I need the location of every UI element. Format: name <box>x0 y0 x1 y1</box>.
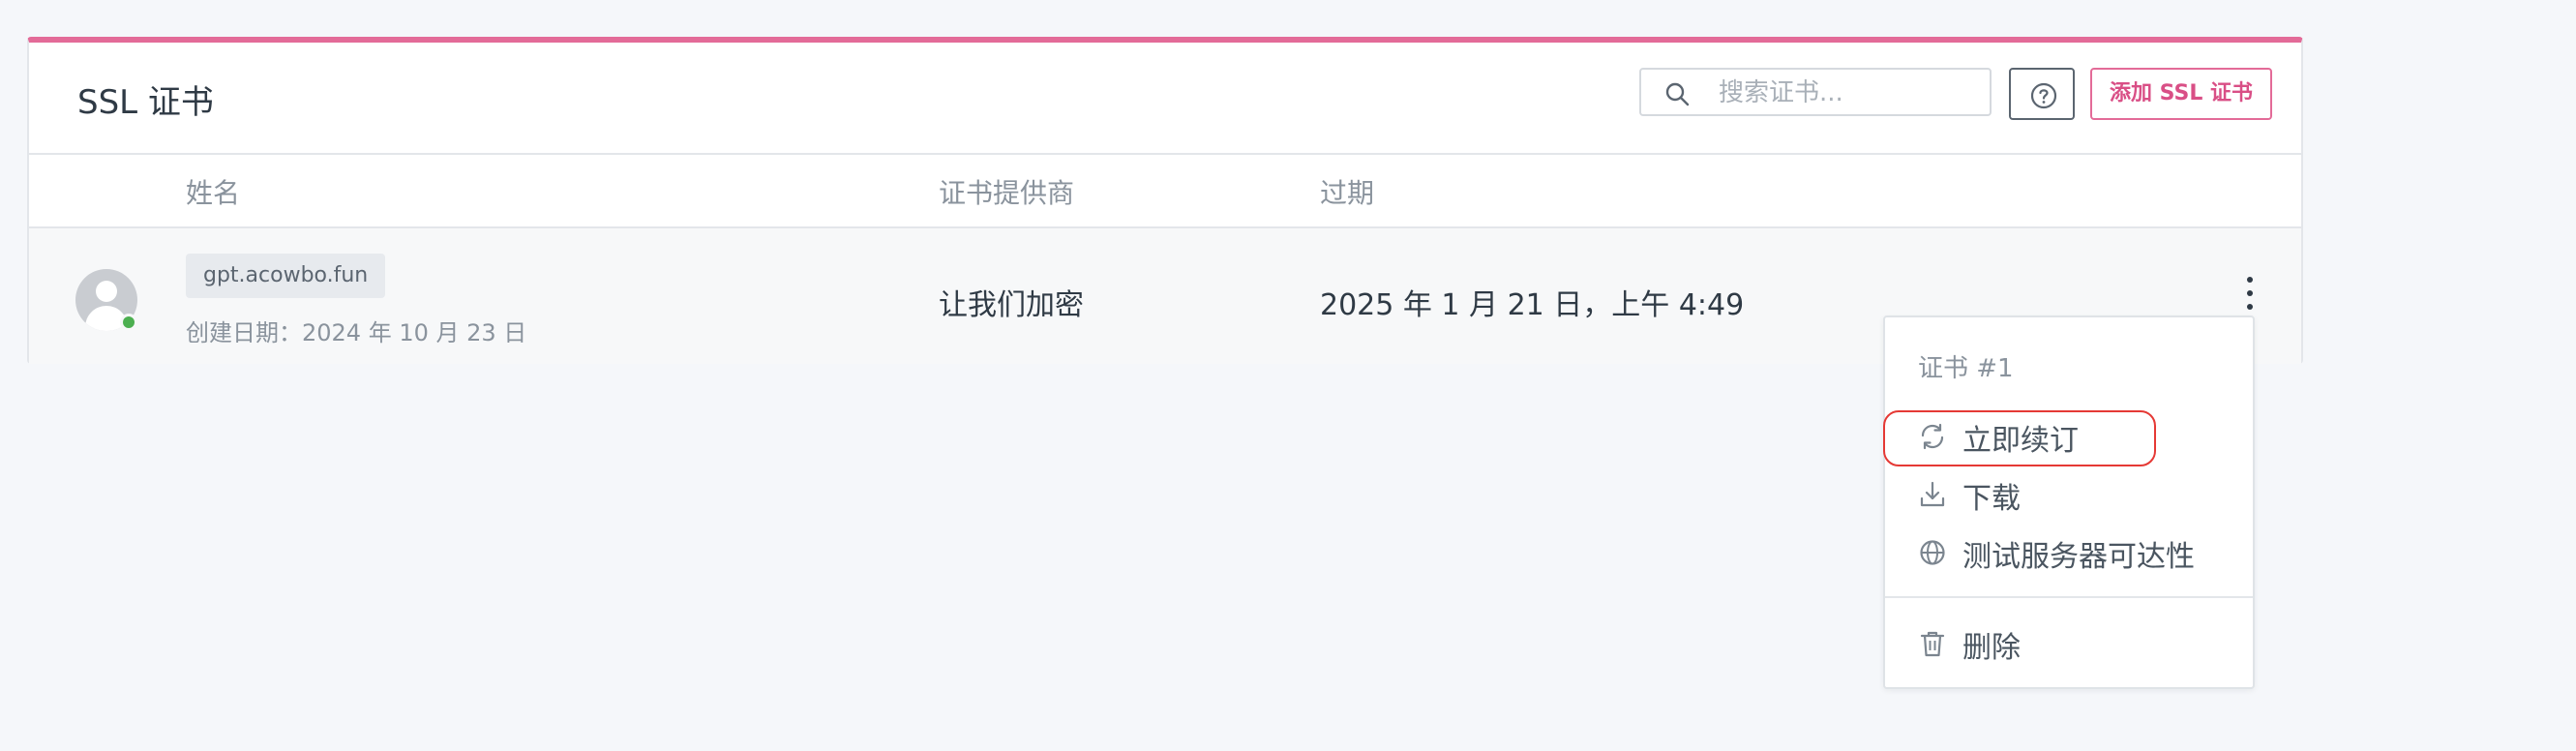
kebab-dot <box>2247 277 2253 283</box>
column-header-name: 姓名 <box>186 177 241 209</box>
add-ssl-certificate-button[interactable]: 添加 SSL 证书 <box>2090 68 2272 120</box>
menu-item-renew[interactable]: 立即续订 <box>1885 408 2253 463</box>
row-actions-menu: 证书 #1 立即续订 下载 测试服务器可达性 删除 <box>1883 315 2255 689</box>
column-header-provider: 证书提供商 <box>939 177 1075 209</box>
menu-header: 证书 #1 <box>1918 354 2014 383</box>
search-icon <box>1665 82 1690 106</box>
created-date: 创建日期：2024 年 10 月 23 日 <box>186 319 527 346</box>
trash-icon <box>1920 631 1945 657</box>
page-title: SSL 证书 <box>77 83 214 122</box>
kebab-dot <box>2247 290 2253 296</box>
menu-item-download[interactable]: 下载 <box>1885 466 2253 521</box>
menu-divider <box>1885 596 2253 598</box>
menu-item-label: 删除 <box>1962 631 2021 665</box>
menu-item-label: 测试服务器可达性 <box>1962 540 2195 574</box>
search-box[interactable] <box>1639 68 1992 116</box>
menu-item-test-reachability[interactable]: 测试服务器可达性 <box>1885 525 2253 579</box>
search-input[interactable] <box>1717 74 1982 112</box>
question-circle-icon <box>2030 82 2057 109</box>
avatar-head <box>96 281 117 302</box>
download-icon <box>1920 481 1945 507</box>
expiry-date: 2025 年 1 月 21 日，上午 4:49 <box>1320 288 1745 322</box>
menu-item-label: 下载 <box>1962 482 2021 516</box>
column-header-expiry: 过期 <box>1320 177 1375 209</box>
table-header: 姓名 证书提供商 过期 <box>29 153 2301 228</box>
card-header: SSL 证书 添加 SSL 证书 <box>29 43 2301 155</box>
help-button[interactable] <box>2009 68 2075 120</box>
more-options-icon[interactable] <box>2235 271 2264 319</box>
globe-icon <box>1920 540 1945 565</box>
menu-item-label: 立即续订 <box>1962 424 2079 458</box>
refresh-icon <box>1921 423 1944 450</box>
certificate-provider: 让我们加密 <box>939 288 1084 322</box>
kebab-dot <box>2247 304 2253 310</box>
status-online-dot <box>120 314 137 331</box>
domain-tag: gpt.acowbo.fun <box>186 254 386 298</box>
menu-item-delete[interactable]: 删除 <box>1885 616 2253 670</box>
